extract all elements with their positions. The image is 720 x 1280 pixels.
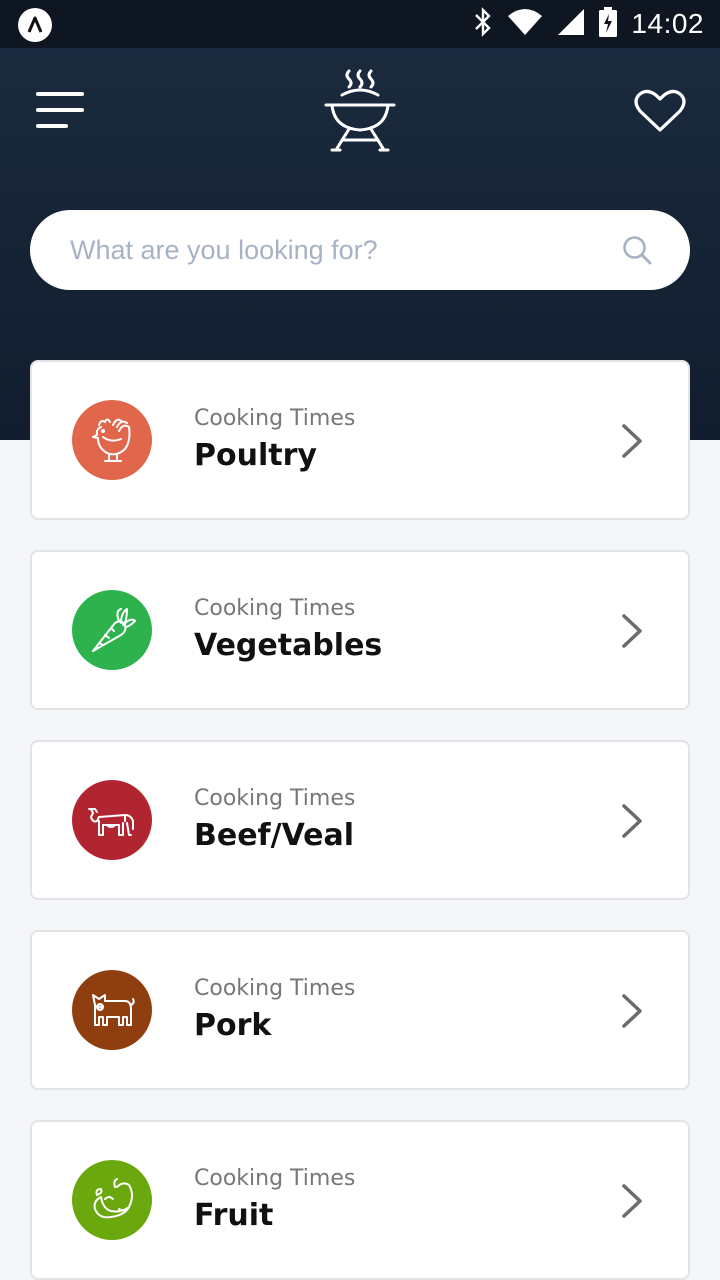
poultry-icon-circle xyxy=(72,400,152,480)
category-card-fruit[interactable]: Cooking Times Fruit xyxy=(30,1120,690,1280)
card-title: Pork xyxy=(194,1008,272,1043)
card-subtitle: Cooking Times xyxy=(194,406,356,431)
card-title: Beef/Veal xyxy=(194,818,355,853)
search-input[interactable] xyxy=(70,210,610,290)
status-bar: 14:02 xyxy=(0,0,720,48)
card-subtitle: Cooking Times xyxy=(194,786,356,811)
card-title: Fruit xyxy=(194,1198,274,1233)
card-subtitle: Cooking Times xyxy=(194,976,356,1001)
category-card-poultry[interactable]: Cooking Times Poultry xyxy=(30,360,690,520)
clock-time: 14:02 xyxy=(631,8,704,39)
pig-icon xyxy=(92,994,135,1026)
chevron-right-icon xyxy=(622,994,642,1028)
pork-icon-circle xyxy=(72,970,152,1050)
beef-veal-icon-circle xyxy=(72,780,152,860)
signal-icon xyxy=(557,8,585,40)
search-icon[interactable] xyxy=(622,235,652,265)
wifi-icon xyxy=(507,8,543,40)
menu-button[interactable] xyxy=(36,92,84,128)
cow-icon xyxy=(88,808,134,836)
chicken-icon xyxy=(92,418,131,462)
favorites-button[interactable] xyxy=(634,88,686,134)
hamburger-icon xyxy=(36,92,84,96)
bluetooth-icon xyxy=(473,7,493,41)
fruit-icon-circle xyxy=(72,1160,152,1240)
card-subtitle: Cooking Times xyxy=(194,596,356,621)
fruit-icon xyxy=(93,1178,133,1219)
hamburger-line-middle xyxy=(36,108,84,112)
chevron-right-icon xyxy=(622,804,642,838)
category-card-pork[interactable]: Cooking Times Pork xyxy=(30,930,690,1090)
carrot-icon xyxy=(92,608,136,652)
vegetables-icon-circle xyxy=(72,590,152,670)
chevron-right-icon xyxy=(622,424,642,458)
battery-charging-icon xyxy=(599,7,618,41)
category-card-vegetables[interactable]: Cooking Times Vegetables xyxy=(30,550,690,710)
grill-icon xyxy=(322,68,398,152)
chevron-right-icon xyxy=(622,1184,642,1218)
search-bar[interactable] xyxy=(30,210,690,290)
card-subtitle: Cooking Times xyxy=(194,1166,356,1191)
hamburger-line-bottom xyxy=(36,124,68,128)
card-title: Vegetables xyxy=(194,628,383,663)
app-badge-icon xyxy=(18,8,52,42)
card-title: Poultry xyxy=(194,438,317,473)
chevron-right-icon xyxy=(622,614,642,648)
heart-icon xyxy=(634,89,686,132)
category-card-beef-veal[interactable]: Cooking Times Beef/Veal xyxy=(30,740,690,900)
